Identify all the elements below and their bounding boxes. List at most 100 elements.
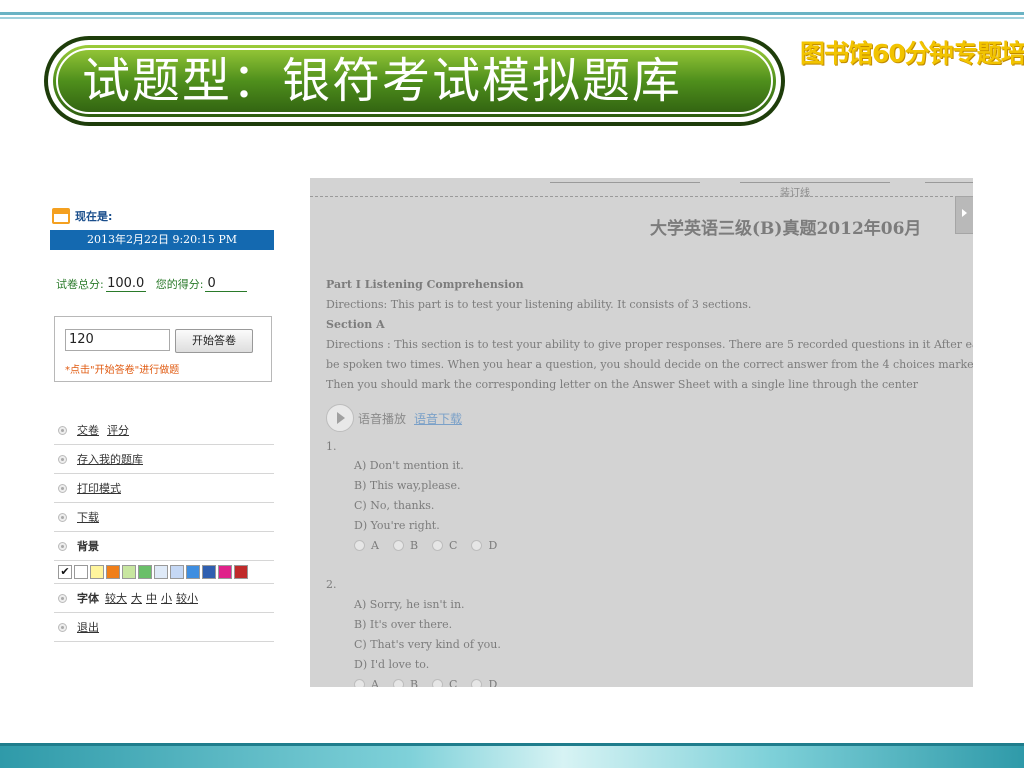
swatch-orange[interactable] [106, 565, 120, 579]
background-label: 背景 [77, 540, 99, 553]
menu-item-save: 存入我的题库 [54, 445, 274, 474]
print-mode-link[interactable]: 打印模式 [77, 480, 121, 496]
radio-label: D [488, 678, 498, 687]
bullet-icon [58, 483, 67, 493]
audio-download-link[interactable]: 语音下载 [414, 410, 462, 427]
font-smaller-link[interactable]: 较小 [176, 590, 198, 606]
answer-radio-group: A B C D [354, 678, 511, 687]
start-exam-button[interactable]: 开始答卷 [175, 329, 253, 353]
answer-radio-group: A B C D [354, 539, 511, 552]
swatch-light-green[interactable] [122, 565, 136, 579]
score-row: 试卷总分: 100.0 您的得分: 0 [56, 276, 248, 292]
bullet-icon [58, 512, 67, 522]
menu-item-submit: 交卷 评分 [54, 416, 274, 445]
answer-radio-b[interactable]: B [392, 539, 419, 552]
swatch-white-selected[interactable]: ✔ [58, 565, 72, 579]
exam-title: 大学英语三级(B)真题2012年06月 [650, 219, 922, 239]
bullet-icon [58, 593, 67, 603]
font-label: 字体 [77, 592, 99, 605]
exit-link[interactable]: 退出 [77, 619, 99, 635]
radio-label: C [449, 539, 458, 552]
my-score-value: 0 [205, 276, 248, 292]
start-hint: *点击"开始答卷"进行做题 [65, 365, 180, 376]
total-score-value: 100.0 [105, 276, 146, 292]
name-blank [550, 182, 700, 183]
stripe-line [0, 17, 1024, 19]
radio-label: A [371, 678, 379, 687]
side-expand-tab[interactable] [955, 196, 973, 234]
radio-label: B [409, 678, 419, 687]
radio-icon [392, 540, 404, 551]
swatch-pale-blue[interactable] [154, 565, 168, 579]
datetime-display: 2013年2月22日 9:20:15 PM [50, 230, 274, 250]
top-stripes [0, 0, 1024, 22]
answer-radio-a[interactable]: A [354, 539, 379, 552]
radio-icon [471, 679, 483, 687]
swatch-red[interactable] [234, 565, 248, 579]
menu-item-download: 下载 [54, 503, 274, 532]
font-large-link[interactable]: 大 [131, 590, 142, 606]
answer-radio-d[interactable]: D [471, 678, 497, 687]
answer-radio-a[interactable]: A [354, 678, 379, 687]
menu-item-exit: 退出 [54, 613, 274, 642]
option-text: C) That's very kind of you. [354, 638, 501, 651]
binding-line [310, 196, 973, 197]
play-icon[interactable] [326, 404, 354, 432]
option-text: D) I'd love to. [354, 658, 430, 671]
total-score-label: 试卷总分: [56, 278, 104, 291]
answer-radio-d[interactable]: D [471, 539, 497, 552]
section-title: Section A [326, 318, 385, 331]
radio-label: B [409, 539, 419, 552]
swatch-green[interactable] [138, 565, 152, 579]
swatch-light-yellow[interactable] [90, 565, 104, 579]
audio-play-label[interactable]: 语音播放 [358, 410, 406, 427]
swatch-magenta[interactable] [218, 565, 232, 579]
question-number: 1. [326, 440, 337, 453]
answer-radio-b[interactable]: B [392, 678, 419, 687]
answer-radio-c[interactable]: C [432, 539, 457, 552]
swatch-white[interactable] [74, 565, 88, 579]
slide-title: 试题型：银符考试模拟题库 [82, 53, 683, 109]
bullet-icon [58, 425, 67, 435]
submit-link[interactable]: 交卷 [77, 422, 99, 438]
menu-item-font: 字体 较大 大 中 小 较小 [54, 584, 274, 613]
id-blank [740, 182, 890, 183]
option-text: B) This way,please. [354, 479, 461, 492]
save-to-library-link[interactable]: 存入我的题库 [77, 451, 143, 467]
question-number: 2. [326, 578, 337, 591]
calendar-icon [52, 208, 70, 224]
radio-icon [354, 540, 365, 551]
swatch-dark-blue[interactable] [202, 565, 216, 579]
radio-icon [432, 540, 444, 551]
option-text: A) Don't mention it. [354, 459, 464, 472]
download-link[interactable]: 下载 [77, 509, 99, 525]
swatch-blue[interactable] [186, 565, 200, 579]
radio-icon [432, 679, 444, 687]
time-input[interactable]: 120 [65, 329, 170, 351]
bullet-icon [58, 454, 67, 464]
font-small-link[interactable]: 小 [161, 590, 172, 606]
stripe-line [0, 12, 1024, 15]
section-directions-3: Then you should mark the corresponding l… [326, 378, 918, 391]
radio-icon [354, 679, 365, 687]
section-directions-2: be spoken two times. When you hear a que… [326, 358, 973, 371]
background-swatches: ✔ [54, 561, 274, 584]
radio-icon [471, 540, 483, 551]
font-larger-link[interactable]: 较大 [105, 590, 127, 606]
option-text: A) Sorry, he isn't in. [354, 598, 465, 611]
option-text: B) It's over there. [354, 618, 453, 631]
font-medium-link[interactable]: 中 [146, 590, 157, 606]
my-score-label: 您的得分: [155, 278, 204, 291]
exam-document: 装订线 大学英语三级(B)真题2012年06月 Part Ⅰ Listening… [310, 178, 973, 687]
radio-label: D [488, 539, 498, 552]
grade-link[interactable]: 评分 [107, 422, 129, 438]
left-panel: 现在是: 2013年2月22日 9:20:15 PM 试卷总分: 100.0 您… [44, 192, 288, 684]
answer-radio-c[interactable]: C [432, 678, 457, 687]
now-label: 现在是: [75, 210, 113, 223]
menu-item-print: 打印模式 [54, 474, 274, 503]
menu-item-background: 背景 [54, 532, 274, 561]
radio-label: A [371, 539, 379, 552]
bottom-bar [0, 743, 1024, 768]
swatch-light-blue[interactable] [170, 565, 184, 579]
part-title: Part Ⅰ Listening Comprehension [326, 278, 524, 291]
